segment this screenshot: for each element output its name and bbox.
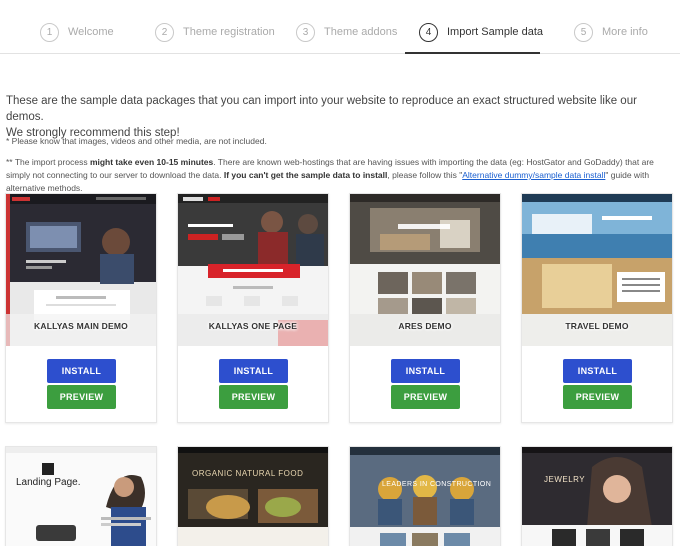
step-label: Import Sample data <box>447 26 543 38</box>
step-welcome[interactable]: 1 Welcome <box>40 20 114 52</box>
intro-text: These are the sample data packages that … <box>6 93 666 141</box>
media-note: * Please know that images, videos and ot… <box>6 136 267 146</box>
install-button[interactable]: INSTALL <box>391 359 460 383</box>
step-number: 5 <box>574 23 593 42</box>
demo-preview-image <box>522 447 672 546</box>
thumb-text: Landing Page. <box>16 477 81 488</box>
demo-card-organic-food: ORGANIC NATURAL FOOD <box>177 446 329 546</box>
demo-card-jewelry: JEWELRY <box>521 446 673 546</box>
step-number: 3 <box>296 23 315 42</box>
step-number: 4 <box>419 23 438 42</box>
step-theme-registration[interactable]: 2 Theme registration <box>155 20 275 52</box>
preview-button[interactable]: PREVIEW <box>391 385 460 409</box>
demo-card-landing-page: Landing Page. <box>5 446 157 546</box>
demo-title: KALLYAS ONE PAGE <box>208 321 298 331</box>
preview-button[interactable]: PREVIEW <box>563 385 632 409</box>
thumb-text: ORGANIC NATURAL FOOD <box>192 469 304 478</box>
demo-preview-image <box>178 447 328 546</box>
wizard-steps: 1 Welcome 2 Theme registration 3 Theme a… <box>0 0 680 54</box>
demo-title: TRAVEL DEMO <box>565 321 629 331</box>
demo-title: KALLYAS MAIN DEMO <box>34 321 128 331</box>
demo-card-ares: ARES DEMO INSTALL PREVIEW <box>349 193 501 423</box>
step-number: 1 <box>40 23 59 42</box>
active-step-indicator <box>405 52 540 54</box>
step-label: Theme addons <box>324 26 398 38</box>
install-button[interactable]: INSTALL <box>563 359 632 383</box>
import-note: ** The import process might take even 10… <box>6 156 670 195</box>
demo-card-travel: TRAVEL DEMO INSTALL PREVIEW <box>521 193 673 423</box>
note-text: ** The import process <box>6 157 90 167</box>
note-bold: If you can't get the sample data to inst… <box>223 170 388 180</box>
demo-card-kallyas-main: KALLYAS MAIN DEMO INSTALL PREVIEW <box>5 193 157 423</box>
preview-button[interactable]: PREVIEW <box>219 385 288 409</box>
thumb-text: JEWELRY <box>544 475 586 484</box>
preview-button[interactable]: PREVIEW <box>47 385 116 409</box>
note-text: , please follow this " <box>387 170 463 180</box>
demo-thumbnail <box>178 447 328 546</box>
demo-preview-image <box>350 447 500 546</box>
demo-title: ARES DEMO <box>398 321 452 331</box>
demo-thumbnail <box>350 447 500 546</box>
demo-card-kallyas-one-page: KALLYAS ONE PAGE INSTALL PREVIEW <box>177 193 329 423</box>
step-theme-addons[interactable]: 3 Theme addons <box>296 20 397 52</box>
intro-line-1: These are the sample data packages that … <box>6 95 637 123</box>
demo-thumbnail <box>6 447 156 546</box>
step-import-sample-data[interactable]: 4 Import Sample data <box>419 20 543 52</box>
step-more-info[interactable]: 5 More info <box>574 20 648 52</box>
step-number: 2 <box>155 23 174 42</box>
demo-preview-image <box>6 447 156 546</box>
demo-card-construction: LEADERS IN CONSTRUCTION <box>349 446 501 546</box>
step-label: More info <box>602 26 648 38</box>
thumb-text: LEADERS IN CONSTRUCTION <box>382 481 492 488</box>
alternative-install-link[interactable]: Alternative dummy/sample data install <box>462 170 605 180</box>
step-label: Theme registration <box>183 26 275 38</box>
install-button[interactable]: INSTALL <box>47 359 116 383</box>
install-button[interactable]: INSTALL <box>219 359 288 383</box>
step-label: Welcome <box>68 26 114 38</box>
demo-thumbnail <box>522 447 672 546</box>
note-bold: might take even 10-15 minutes <box>89 157 214 167</box>
